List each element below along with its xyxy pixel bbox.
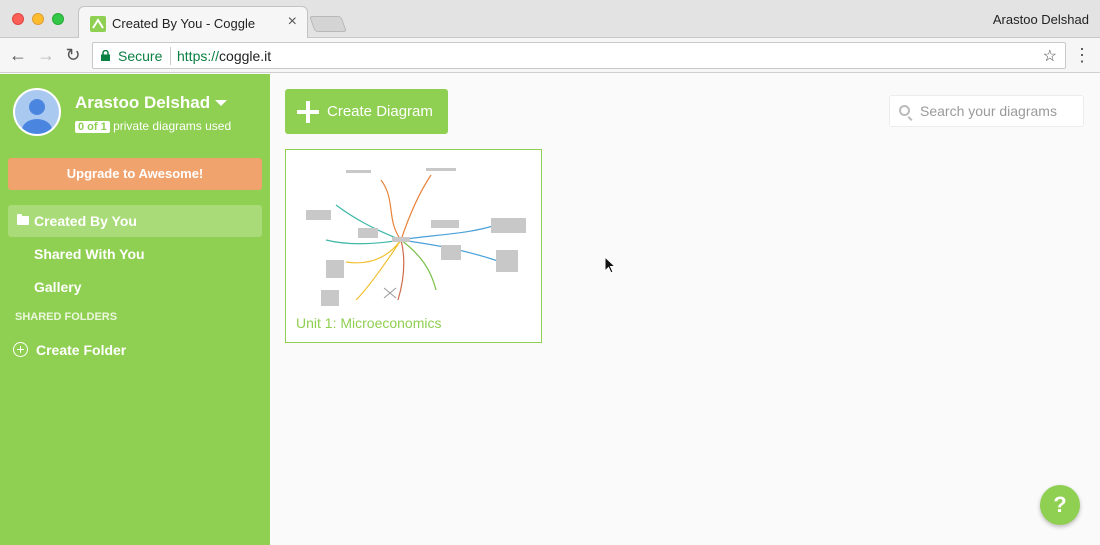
- plus-circle-icon: [13, 342, 28, 357]
- address-bar[interactable]: Secure https://coggle.it ☆: [92, 42, 1066, 69]
- minimize-window-button[interactable]: [32, 13, 44, 25]
- secure-label: Secure: [118, 48, 163, 64]
- maximize-window-button[interactable]: [52, 13, 64, 25]
- sidebar-item-shared-with-you[interactable]: Shared With You: [8, 238, 262, 270]
- usage-info: 0 of 1 private diagrams used: [75, 119, 231, 133]
- user-name[interactable]: Arastoo Delshad: [75, 93, 210, 113]
- sidebar-item-label: Created By You: [34, 213, 137, 229]
- lock-icon: [101, 50, 110, 61]
- upgrade-button[interactable]: Upgrade to Awesome!: [8, 158, 262, 190]
- create-folder-label: Create Folder: [36, 342, 127, 358]
- diagram-thumbnail: [306, 168, 526, 306]
- tab-title: Created By You - Coggle: [112, 16, 256, 31]
- address-divider: [170, 47, 171, 65]
- forward-arrow-icon[interactable]: →: [36, 44, 56, 66]
- sidebar: Arastoo Delshad 0 of 1 private diagrams …: [0, 74, 270, 545]
- url-host: coggle.it: [219, 48, 272, 64]
- create-folder-button[interactable]: Create Folder: [13, 340, 126, 360]
- close-window-button[interactable]: [12, 13, 24, 25]
- usage-text: private diagrams used: [113, 119, 232, 133]
- back-arrow-icon[interactable]: ←: [8, 44, 28, 66]
- search-box[interactable]: [889, 95, 1084, 127]
- coggle-favicon-icon: [90, 16, 106, 32]
- browser-tab[interactable]: Created By You - Coggle ×: [78, 6, 308, 39]
- sidebar-item-gallery[interactable]: Gallery: [8, 271, 262, 303]
- browser-profile-name[interactable]: Arastoo Delshad: [993, 12, 1089, 27]
- sidebar-item-label: Gallery: [34, 279, 82, 295]
- bookmark-star-icon[interactable]: ☆: [1043, 46, 1057, 66]
- url-scheme: https://: [177, 48, 220, 64]
- diagram-card-title[interactable]: Unit 1: Microeconomics: [296, 315, 442, 331]
- tab-close-icon[interactable]: ×: [288, 13, 297, 31]
- user-avatar-icon: [15, 90, 59, 134]
- browser-toolbar: ← → ↻ Secure https://coggle.it ☆ ⋮: [0, 38, 1100, 73]
- help-button[interactable]: ?: [1040, 485, 1080, 525]
- diagram-card[interactable]: Unit 1: Microeconomics: [285, 149, 542, 343]
- browser-menu-icon[interactable]: ⋮: [1072, 44, 1092, 66]
- shared-folders-heading: SHARED FOLDERS: [15, 311, 118, 323]
- create-diagram-button[interactable]: Create Diagram: [285, 89, 448, 134]
- reload-icon[interactable]: ↻: [63, 44, 83, 66]
- search-input[interactable]: [920, 102, 1080, 120]
- search-icon: [899, 105, 910, 116]
- usage-badge: 0 of 1: [75, 121, 110, 133]
- new-tab-button[interactable]: [309, 16, 347, 32]
- plus-icon: [297, 101, 319, 123]
- folder-icon: [17, 214, 29, 225]
- main-content: Create Diagram Search your diagrams Unit…: [270, 74, 1100, 545]
- url-text: https://coggle.it: [177, 48, 271, 64]
- chevron-down-icon[interactable]: [215, 100, 227, 106]
- sidebar-item-created-by-you[interactable]: Created By You: [8, 205, 262, 237]
- browser-titlebar: Created By You - Coggle × Arastoo Delsha…: [0, 0, 1100, 39]
- mouse-cursor-icon: [604, 256, 616, 274]
- create-diagram-label: Create Diagram: [327, 103, 433, 120]
- avatar[interactable]: [13, 88, 61, 136]
- sidebar-item-label: Shared With You: [34, 246, 145, 262]
